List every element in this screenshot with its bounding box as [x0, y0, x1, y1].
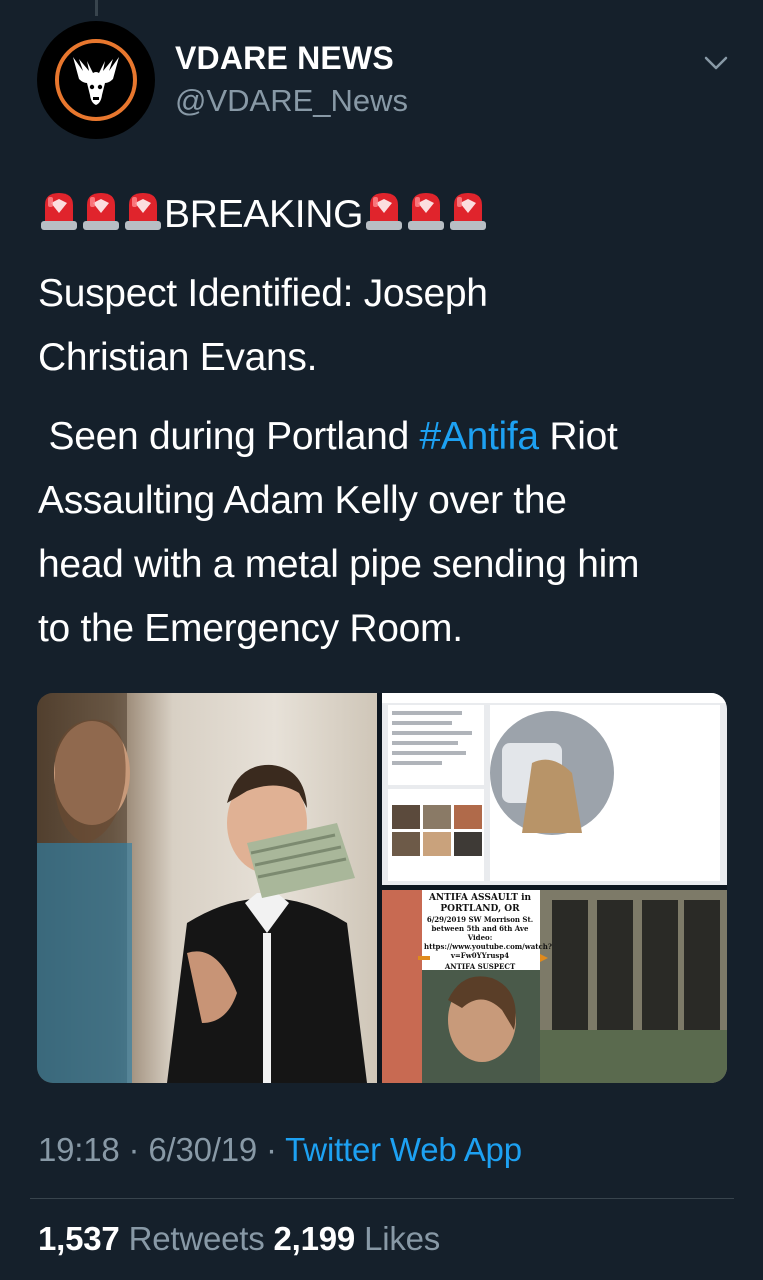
collage-caption: ANTIFA ASSAULT in PORTLAND, OR 6/29/2019… — [424, 893, 552, 971]
breaking-line: BREAKING — [38, 183, 738, 247]
media-grid[interactable]: ANTIFA ASSAULT in PORTLAND, OR 6/29/2019… — [37, 693, 727, 1083]
caption-date: 6/29/2019 SW Morrison St. — [426, 915, 534, 924]
screenshot-facebook-profile[interactable] — [382, 693, 727, 885]
tweet-time[interactable]: 19:18 — [38, 1131, 120, 1168]
caption-title: ANTIFA ASSAULT in — [428, 893, 532, 903]
stag-skull-logo-icon — [55, 39, 137, 121]
siren-icon — [366, 193, 403, 230]
breaking-label: BREAKING — [164, 193, 364, 236]
tweet-text-line: Seen during Portland #Antifa Riot — [38, 405, 738, 469]
siren-icon — [450, 193, 487, 230]
siren-icon — [41, 193, 77, 230]
text-fragment: Seen during Portland — [38, 415, 420, 458]
tweet-text-line: Christian Evans. — [38, 336, 318, 379]
caption-url: v=Fw0YYrusp4 — [450, 951, 510, 960]
tweet-text-line: head with a metal pipe sending him — [38, 543, 640, 586]
meta-separator: · — [257, 1131, 286, 1168]
retweets-label: Retweets — [128, 1220, 265, 1257]
caption-place: PORTLAND, OR — [440, 904, 520, 914]
tweet-text-line: Assaulting Adam Kelly over the — [38, 479, 567, 522]
caption-url: https://www.youtube.com/watch? — [424, 942, 552, 951]
tweet-date[interactable]: 6/30/19 — [148, 1131, 257, 1168]
photo-man-holding-cash[interactable] — [37, 693, 377, 1083]
siren-icon — [408, 193, 445, 230]
tweet-meta: 19:18 · 6/30/19 · Twitter Web App — [38, 1131, 522, 1169]
caption-video: Video: — [467, 933, 493, 942]
likes-label: Likes — [364, 1220, 441, 1257]
tweet-text: BREAKING Suspect Identified: Joseph Chri… — [38, 183, 738, 661]
collage-assault-photos[interactable]: ANTIFA ASSAULT in PORTLAND, OR 6/29/2019… — [382, 890, 727, 1083]
siren-icon — [125, 193, 161, 230]
hashtag-link[interactable]: #Antifa — [420, 415, 540, 458]
siren-icon — [83, 193, 119, 230]
thread-connector-line — [95, 0, 98, 16]
retweets-link[interactable]: 1,537 Retweets — [38, 1220, 265, 1257]
divider — [30, 1198, 734, 1199]
retweets-count: 1,537 — [38, 1220, 120, 1257]
text-fragment: Riot — [538, 415, 618, 458]
caption-between: between 5th and 6th Ave — [431, 924, 529, 933]
tweet-source-link[interactable]: Twitter Web App — [285, 1131, 522, 1168]
likes-count: 2,199 — [273, 1220, 356, 1257]
meta-separator: · — [119, 1131, 149, 1168]
tweet-stats: 1,537 Retweets 2,199 Likes — [38, 1220, 440, 1258]
user-handle[interactable]: @VDARE_News — [175, 83, 408, 119]
avatar[interactable] — [37, 21, 155, 139]
display-name[interactable]: VDARE NEWS — [175, 40, 394, 77]
tweet-text-line: to the Emergency Room. — [38, 607, 463, 650]
tweet-text-line: Suspect Identified: Joseph — [38, 272, 488, 315]
caption-suspect: ANTIFA SUSPECT — [444, 962, 516, 971]
chevron-down-icon[interactable] — [703, 54, 729, 72]
likes-link[interactable]: 2,199 Likes — [274, 1220, 441, 1257]
